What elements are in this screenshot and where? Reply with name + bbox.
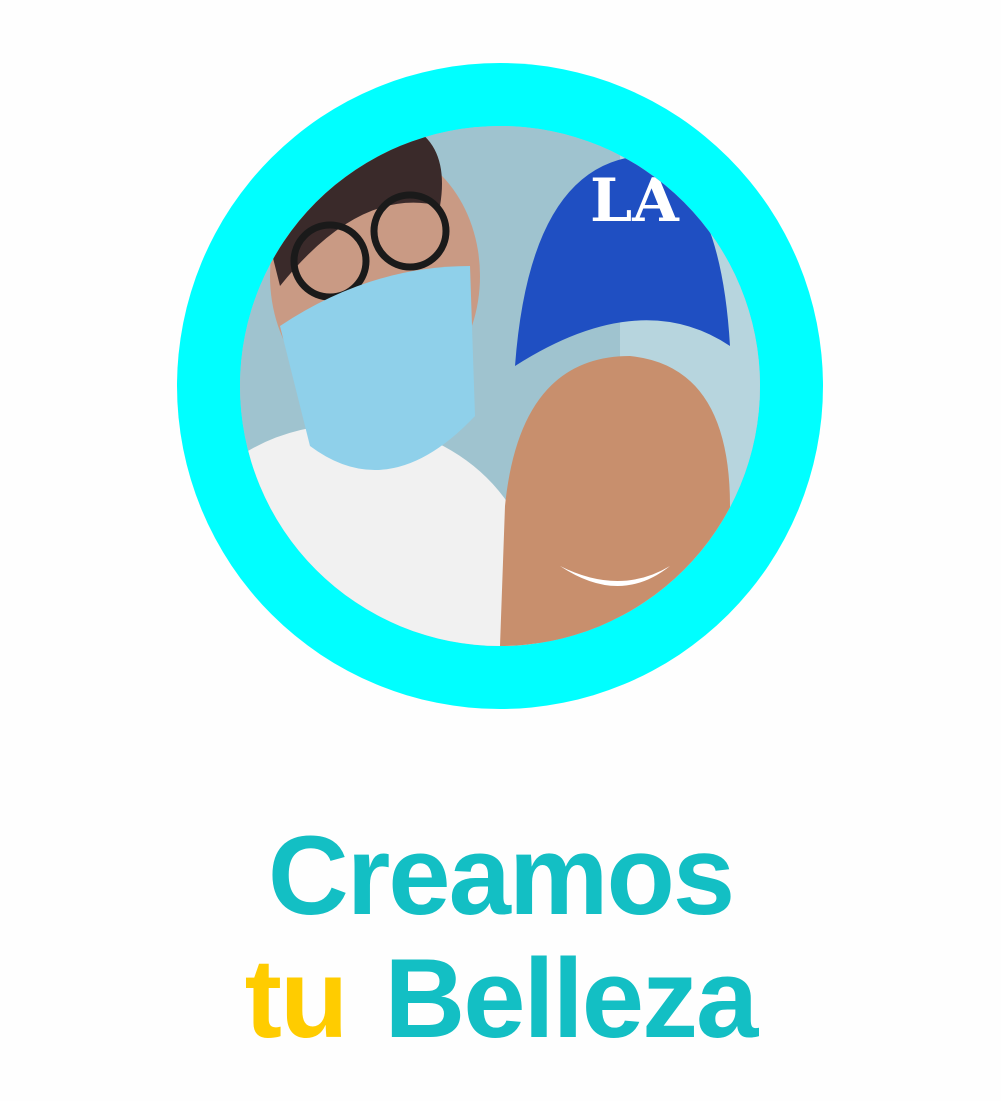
profile-photo: LA bbox=[240, 126, 760, 646]
headline-line-2: tu Belleza bbox=[0, 943, 1001, 1055]
headline-accent-word: tu bbox=[244, 936, 349, 1061]
photo-illustration: LA bbox=[240, 126, 760, 646]
headline-line-1: Creamos bbox=[267, 813, 735, 938]
headline-word-belleza: Belleza bbox=[384, 936, 758, 1061]
